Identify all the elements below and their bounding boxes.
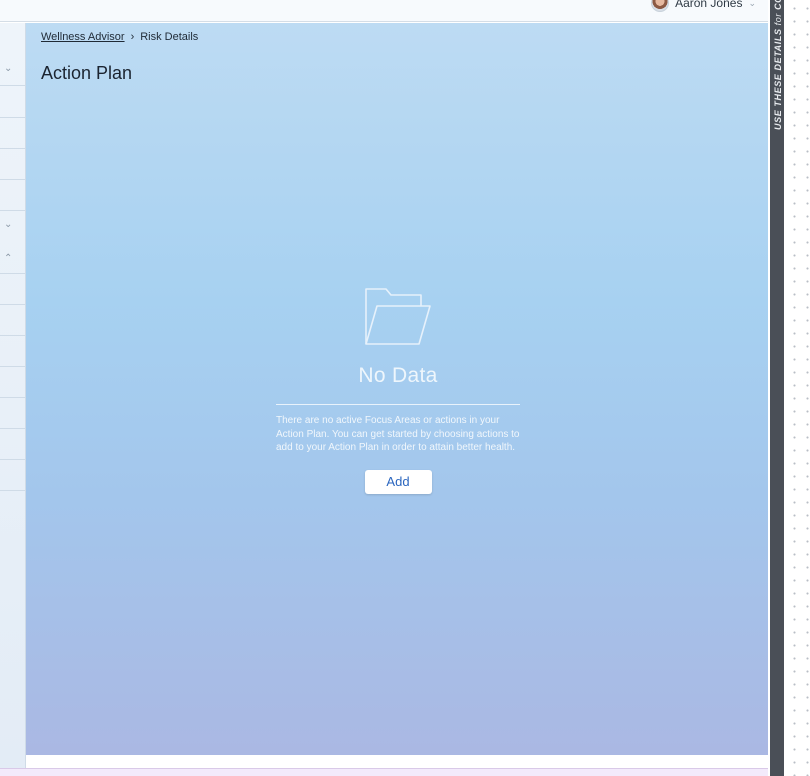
sidebar-divider	[0, 117, 26, 118]
sidebar-divider	[0, 304, 26, 305]
main-panel: Wellness Advisor › Risk Details Action P…	[26, 23, 768, 755]
sidebar-divider	[0, 335, 26, 336]
empty-state-divider	[276, 404, 520, 405]
user-menu[interactable]: Aaron Jones ⌄	[651, 0, 756, 12]
sidebar-divider	[0, 210, 26, 211]
chevron-right-icon: ›	[130, 31, 135, 43]
sidebar-divider	[0, 179, 26, 180]
left-sidebar: ⌄ ⌄ ⌃	[0, 23, 26, 768]
bottom-bar	[0, 768, 768, 776]
sidebar-divider	[0, 273, 26, 274]
chevron-up-icon[interactable]: ⌃	[4, 253, 12, 264]
add-button[interactable]: Add	[364, 469, 432, 494]
avatar[interactable]	[651, 0, 670, 12]
side-banner-text: USE THESE DETAILS for CO	[773, 0, 783, 130]
page-title: Action Plan	[41, 63, 133, 83]
sidebar-divider	[0, 366, 26, 367]
no-data-heading: No Data	[358, 364, 438, 387]
top-header: Aaron Jones ⌄	[0, 0, 768, 22]
dotted-margin	[784, 0, 810, 776]
empty-state-message: There are no active Focus Areas or actio…	[276, 415, 520, 453]
sidebar-divider	[0, 148, 26, 149]
sidebar-divider	[0, 85, 26, 86]
sidebar-divider	[0, 397, 26, 398]
chevron-down-icon[interactable]: ⌄	[4, 219, 12, 230]
sidebar-divider	[0, 459, 26, 460]
user-name[interactable]: Aaron Jones	[675, 0, 742, 10]
breadcrumb-current: Risk Details	[140, 31, 199, 43]
side-banner: USE THESE DETAILS for CO	[770, 0, 784, 776]
chevron-down-icon[interactable]: ⌄	[748, 0, 756, 9]
sidebar-divider	[0, 490, 26, 491]
chevron-down-icon[interactable]: ⌄	[4, 63, 12, 74]
folder-open-icon	[365, 288, 431, 345]
breadcrumb-link-wellness-advisor[interactable]: Wellness Advisor	[41, 31, 125, 43]
sidebar-divider	[0, 428, 26, 429]
breadcrumb: Wellness Advisor › Risk Details	[41, 31, 198, 43]
empty-state: No Data There are no active Focus Areas …	[276, 286, 520, 494]
